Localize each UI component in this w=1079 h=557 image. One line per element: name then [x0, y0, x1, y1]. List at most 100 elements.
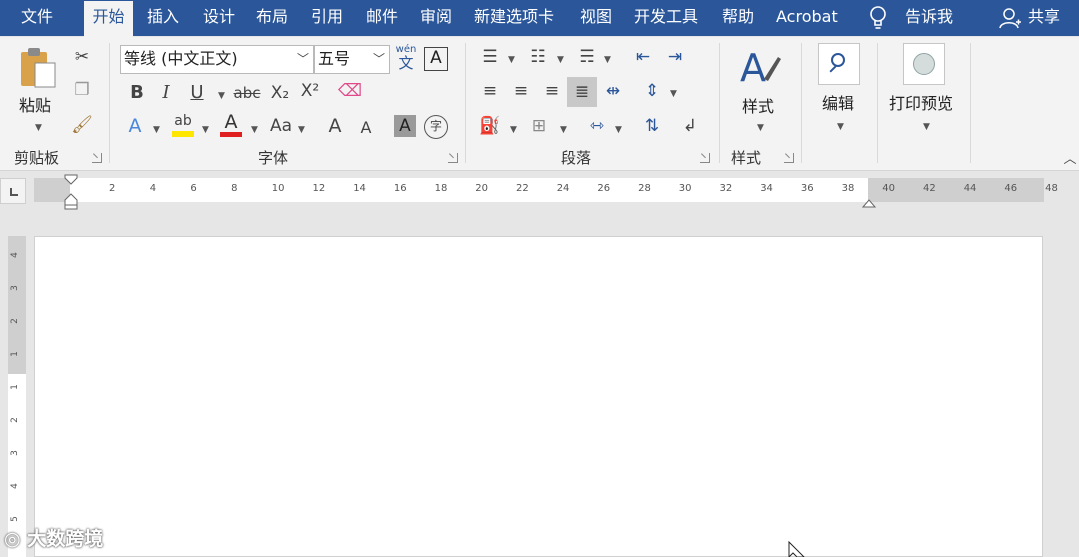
- font-size-value: 五号: [318, 49, 351, 68]
- justify-icon[interactable]: ≣: [567, 77, 597, 107]
- borders-icon[interactable]: ⊞: [527, 115, 551, 137]
- align-right-icon[interactable]: ≡: [540, 80, 564, 102]
- font-name-combobox[interactable]: 等线 (中文正文) ﹀: [120, 45, 314, 74]
- tab-selector-icon[interactable]: [0, 178, 26, 204]
- shading-dropdown-icon[interactable]: ▼: [510, 125, 517, 135]
- tab-6[interactable]: 邮件: [366, 0, 398, 36]
- styles-button-label[interactable]: 样式: [742, 97, 774, 117]
- multilevel-dropdown-icon[interactable]: ▼: [604, 55, 611, 65]
- change-case-dropdown-icon[interactable]: ▼: [298, 125, 305, 135]
- styles-dialog-launcher-icon[interactable]: [784, 153, 794, 163]
- ruler-number: 1: [9, 351, 20, 357]
- tab-10[interactable]: 开发工具: [634, 0, 698, 36]
- italic-button[interactable]: I: [156, 82, 176, 104]
- vertical-ruler[interactable]: 4 3 2 1 1 2 3 4 5: [8, 236, 26, 557]
- numbering-list-icon[interactable]: ☷: [526, 46, 550, 68]
- highlight-dropdown-icon[interactable]: ▼: [202, 125, 209, 135]
- right-indent-marker-icon[interactable]: [861, 193, 877, 208]
- editing-search-box[interactable]: [818, 43, 860, 85]
- sort-icon[interactable]: ⇅: [640, 115, 664, 137]
- lightbulb-icon[interactable]: [866, 4, 890, 32]
- tab-12[interactable]: Acrobat: [776, 0, 838, 36]
- borders-dropdown-icon[interactable]: ▼: [560, 125, 567, 135]
- superscript-button[interactable]: X²: [298, 80, 322, 102]
- editing-dropdown-icon[interactable]: ▼: [837, 122, 844, 132]
- font-dialog-launcher-icon[interactable]: [448, 153, 458, 163]
- underline-button[interactable]: U: [186, 82, 208, 104]
- tab-4[interactable]: 布局: [256, 0, 288, 36]
- character-shading-button[interactable]: A: [394, 115, 416, 137]
- copy-icon[interactable]: ❐: [70, 79, 94, 101]
- tab-5[interactable]: 引用: [311, 0, 343, 36]
- distributed-align-icon[interactable]: ⇹: [601, 80, 625, 102]
- clipboard-dialog-launcher-icon[interactable]: [92, 153, 102, 163]
- editing-button-label[interactable]: 编辑: [822, 94, 854, 114]
- ruler-number: 38: [841, 183, 855, 194]
- tab-1[interactable]: 开始: [84, 1, 133, 37]
- format-painter-icon[interactable]: 🖌: [70, 114, 94, 136]
- tab-0[interactable]: 文件: [21, 0, 53, 36]
- asian-layout-icon[interactable]: ⇿: [583, 115, 611, 137]
- line-spacing-dropdown-icon[interactable]: ▼: [670, 89, 677, 99]
- cut-scissors-icon[interactable]: ✂: [70, 46, 94, 68]
- indent-markers-icon[interactable]: [64, 174, 78, 210]
- numbering-dropdown-icon[interactable]: ▼: [557, 55, 564, 65]
- tab-8[interactable]: 新建选项卡: [474, 0, 554, 36]
- shading-paint-bucket-icon[interactable]: ⛽: [478, 115, 502, 137]
- phonetic-guide-button[interactable]: wén 文: [394, 45, 418, 72]
- bullets-dropdown-icon[interactable]: ▼: [508, 55, 515, 65]
- paste-clipboard-icon[interactable]: [18, 45, 58, 89]
- tab-7[interactable]: 审阅: [420, 0, 452, 36]
- bullets-list-icon[interactable]: ☰: [478, 46, 502, 68]
- paragraph-dialog-launcher-icon[interactable]: [700, 153, 710, 163]
- styles-dropdown-icon[interactable]: ▼: [757, 123, 764, 133]
- tab-9[interactable]: 视图: [580, 0, 612, 36]
- strikethrough-button[interactable]: abc: [233, 82, 261, 104]
- grow-font-button[interactable]: A: [324, 115, 346, 137]
- print-preview-dropdown-icon[interactable]: ▼: [923, 122, 930, 132]
- show-paragraph-marks-icon[interactable]: ↲: [678, 115, 702, 137]
- font-color-button[interactable]: A: [218, 113, 244, 139]
- group-divider: [465, 43, 466, 163]
- horizontal-ruler[interactable]: 2 4 6 8 10 12 14 16 18 20 22 24 26 28 30 32 34 36 38 40 42 44…: [34, 178, 1058, 202]
- align-left-icon[interactable]: ≡: [478, 80, 502, 102]
- tab-3[interactable]: 设计: [203, 0, 235, 36]
- change-case-button[interactable]: Aa: [266, 115, 296, 137]
- watermark-logo-icon: ◎: [4, 528, 21, 550]
- decrease-indent-icon[interactable]: ⇤: [630, 46, 656, 68]
- collapse-ribbon-chevron-up-icon[interactable]: ︿: [1062, 149, 1078, 171]
- font-size-combobox[interactable]: 五号 ﹀: [314, 45, 390, 74]
- text-effects-dropdown-icon[interactable]: ▼: [153, 125, 160, 135]
- tab-2[interactable]: 插入: [147, 0, 179, 36]
- line-spacing-icon[interactable]: ⇕: [640, 80, 664, 102]
- print-preview-button-label[interactable]: 打印预览: [889, 94, 953, 114]
- enclose-characters-button[interactable]: 字: [424, 115, 448, 139]
- ruler-number: 36: [800, 183, 814, 194]
- increase-indent-icon[interactable]: ⇥: [662, 46, 688, 68]
- share-person-icon[interactable]: [998, 6, 1022, 30]
- character-border-button[interactable]: A: [424, 47, 448, 71]
- multilevel-list-icon[interactable]: ☴: [575, 46, 599, 68]
- tell-me-search[interactable]: 告诉我: [905, 0, 953, 36]
- chevron-down-icon[interactable]: ﹀: [373, 46, 385, 72]
- highlight-glyph: ab: [174, 113, 192, 129]
- document-page[interactable]: [34, 236, 1043, 557]
- asian-layout-dropdown-icon[interactable]: ▼: [615, 125, 622, 135]
- chevron-down-icon[interactable]: ﹀: [297, 46, 309, 72]
- highlight-color-button[interactable]: ab: [170, 113, 196, 139]
- clear-formatting-eraser-icon[interactable]: ⌫: [338, 80, 362, 102]
- bold-button[interactable]: B: [126, 82, 148, 104]
- styles-icon[interactable]: A: [738, 45, 782, 90]
- shrink-font-button[interactable]: A: [356, 117, 376, 139]
- tab-11[interactable]: 帮助: [722, 0, 754, 36]
- underline-dropdown-icon[interactable]: ▼: [218, 91, 225, 101]
- share-button[interactable]: 共享: [1028, 0, 1060, 36]
- group-divider: [719, 43, 720, 163]
- paste-dropdown-icon[interactable]: ▼: [35, 123, 42, 133]
- print-preview-box[interactable]: [903, 43, 945, 85]
- paste-button-label[interactable]: 粘贴: [19, 96, 51, 116]
- subscript-button[interactable]: X₂: [268, 82, 292, 104]
- font-color-dropdown-icon[interactable]: ▼: [251, 125, 258, 135]
- text-effects-button[interactable]: A: [124, 115, 146, 137]
- align-center-icon[interactable]: ≡: [509, 80, 533, 102]
